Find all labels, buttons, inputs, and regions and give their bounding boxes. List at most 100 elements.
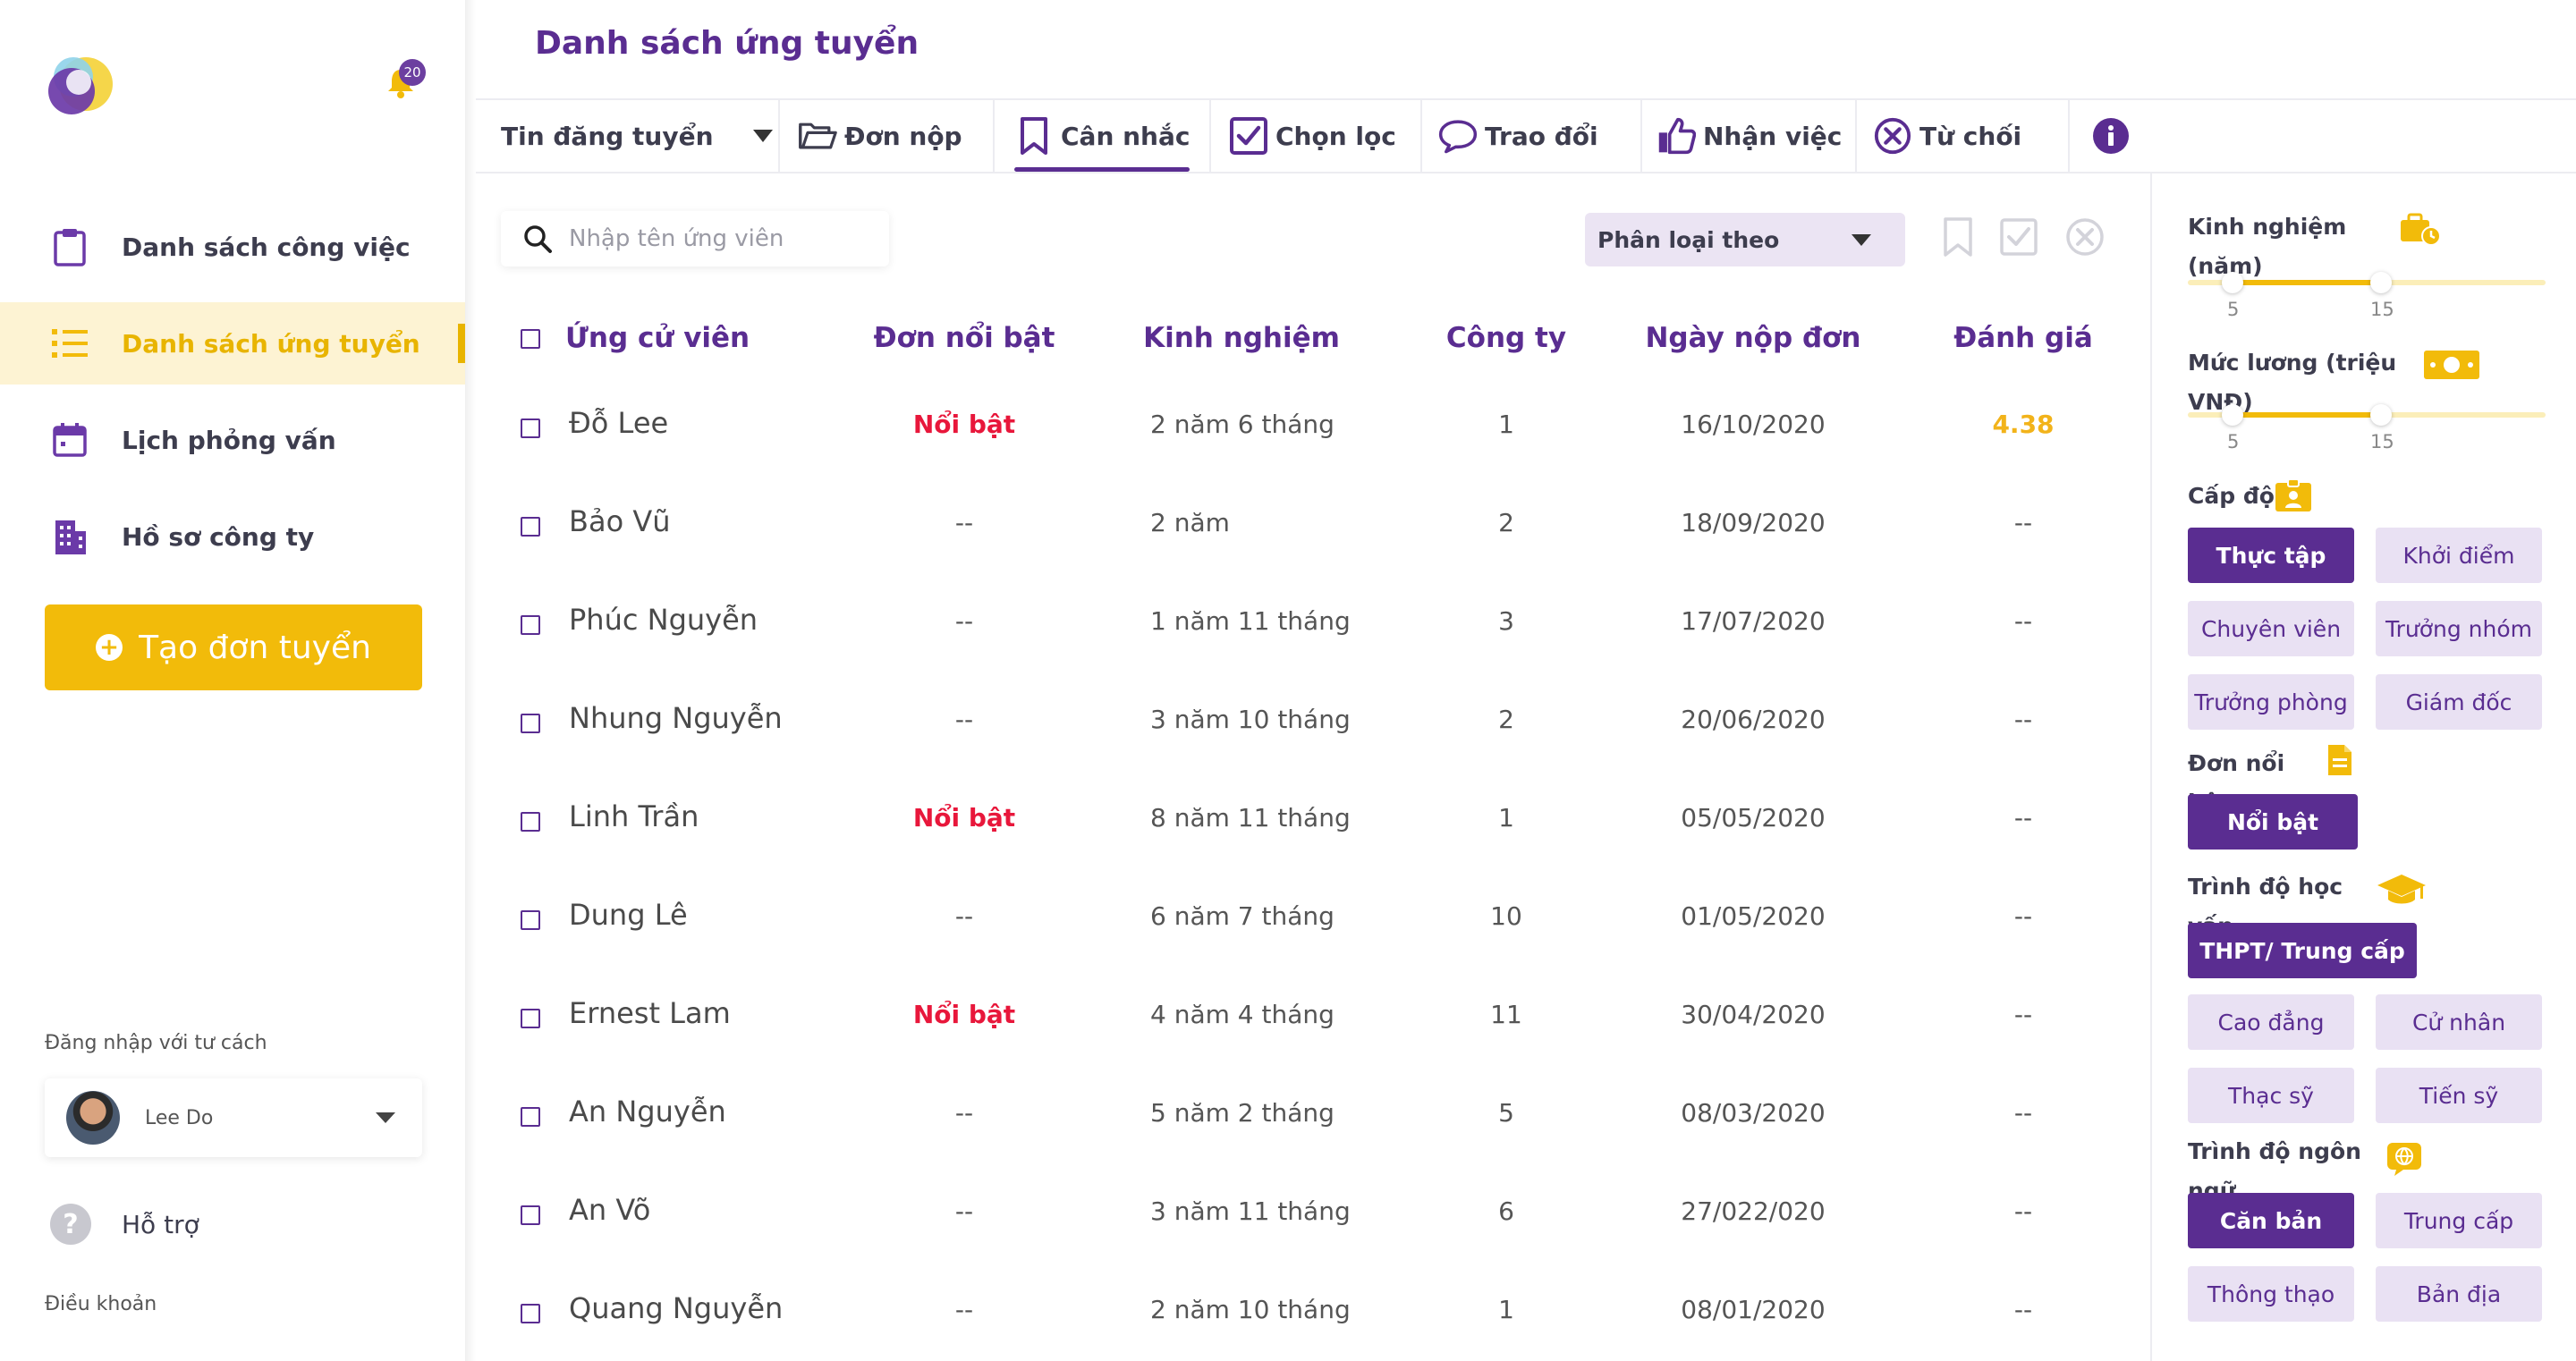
- tab-discussion[interactable]: Trao đổi: [1438, 100, 1598, 172]
- candidate-name[interactable]: Ernest Lam: [569, 996, 731, 1030]
- tab-label: Cân nhắc: [1061, 121, 1191, 151]
- candidate-name[interactable]: Đỗ Lee: [569, 406, 668, 440]
- language-chip[interactable]: Thông thạo: [2188, 1266, 2354, 1322]
- companies-cell: 2: [1498, 705, 1514, 734]
- bookmark-action-icon[interactable]: [1936, 215, 1980, 259]
- tab-separator: [2068, 100, 2070, 172]
- salary-range-slider[interactable]: 5 15: [2188, 401, 2546, 452]
- tab-job-posts[interactable]: Tin đăng tuyển: [501, 100, 773, 172]
- candidate-name[interactable]: An Nguyễn: [569, 1095, 726, 1129]
- support-link[interactable]: ? Hỗ trợ: [50, 1204, 199, 1245]
- row-checkbox[interactable]: [521, 1205, 540, 1225]
- sort-dropdown[interactable]: Phân loại theo: [1585, 213, 1905, 266]
- search-input[interactable]: [569, 225, 873, 252]
- sidebar-item-label: Danh sách ứng tuyển: [122, 328, 420, 359]
- tab-rejected[interactable]: Từ chối: [1873, 100, 2021, 172]
- experience-range-slider[interactable]: 5 15: [2188, 268, 2546, 320]
- sidebar-item-company[interactable]: Hồ sơ công ty: [0, 495, 465, 578]
- column-header-experience[interactable]: Kinh nghiệm: [1143, 322, 1340, 354]
- tab-separator: [1855, 100, 1857, 172]
- companies-cell: 10: [1490, 901, 1522, 931]
- education-chip[interactable]: Tiến sỹ: [2376, 1068, 2542, 1123]
- level-chip[interactable]: Chuyên viên: [2188, 601, 2354, 656]
- level-chip[interactable]: Trưởng nhóm: [2376, 601, 2542, 656]
- featured-chip[interactable]: Nổi bật: [2188, 794, 2358, 850]
- education-chip[interactable]: Cử nhân: [2376, 994, 2542, 1050]
- select-all-checkbox[interactable]: [521, 329, 540, 349]
- row-checkbox[interactable]: [521, 1304, 540, 1323]
- slider-min-handle[interactable]: [2222, 272, 2243, 293]
- row-checkbox[interactable]: [521, 910, 540, 930]
- column-header-date[interactable]: Ngày nộp đơn: [1645, 322, 1860, 354]
- sidebar-item-interviews[interactable]: Lịch phỏng vấn: [0, 399, 465, 481]
- featured-cell: --: [954, 901, 974, 931]
- candidate-name[interactable]: Linh Trần: [569, 799, 699, 833]
- column-header-featured[interactable]: Đơn nổi bật: [874, 322, 1055, 354]
- id-badge-icon: [2272, 476, 2315, 515]
- tab-submitted[interactable]: Đơn nộp: [798, 100, 962, 172]
- column-header-candidate[interactable]: Ứng cử viên: [565, 322, 750, 354]
- row-checkbox[interactable]: [521, 812, 540, 832]
- support-label: Hỗ trợ: [122, 1209, 199, 1239]
- tab-hired[interactable]: Nhận việc: [1657, 100, 1842, 172]
- row-checkbox[interactable]: [521, 1009, 540, 1028]
- language-chip[interactable]: Căn bản: [2188, 1193, 2354, 1248]
- tab-label: Tin đăng tuyển: [501, 121, 714, 151]
- column-header-rating[interactable]: Đánh giá: [1953, 322, 2093, 354]
- level-chip[interactable]: Thực tập: [2188, 528, 2354, 583]
- row-checkbox[interactable]: [521, 615, 540, 635]
- check-action-icon[interactable]: [1996, 215, 2041, 259]
- user-switcher[interactable]: Lee Do: [45, 1078, 422, 1157]
- slider-max-handle[interactable]: [2370, 404, 2392, 426]
- sidebar-item-applications[interactable]: Danh sách ứng tuyển: [0, 302, 465, 385]
- slider-max-handle[interactable]: [2370, 272, 2392, 293]
- row-checkbox[interactable]: [521, 517, 540, 537]
- row-checkbox[interactable]: [521, 418, 540, 438]
- companies-cell: 1: [1498, 803, 1514, 833]
- terms-link[interactable]: Điều khoản: [45, 1293, 157, 1315]
- reject-action-icon[interactable]: [2063, 215, 2107, 259]
- tab-label: Đơn nộp: [844, 121, 962, 151]
- tab-shortlisted[interactable]: Chọn lọc: [1229, 100, 1396, 172]
- column-header-companies[interactable]: Công ty: [1446, 322, 1566, 354]
- notification-badge: 20: [399, 59, 426, 86]
- candidate-name[interactable]: Bảo Vũ: [569, 504, 670, 538]
- tab-separator: [1640, 100, 1642, 172]
- rating-cell: --: [2013, 1000, 2033, 1029]
- row-checkbox[interactable]: [521, 714, 540, 733]
- tab-considering[interactable]: Cân nhắc: [995, 100, 1209, 172]
- rating-cell: --: [2013, 1196, 2033, 1226]
- level-chip[interactable]: Khởi điểm: [2376, 528, 2542, 583]
- chevron-down-icon: [752, 130, 773, 142]
- education-chip[interactable]: Cao đẳng: [2188, 994, 2354, 1050]
- filter-label-level: Cấp độ: [2188, 483, 2275, 509]
- companies-cell: 2: [1498, 508, 1514, 537]
- app-logo[interactable]: [39, 50, 125, 122]
- education-chip[interactable]: THPT/ Trung cấp: [2188, 923, 2417, 978]
- bookmark-icon: [1014, 116, 1054, 156]
- level-chip[interactable]: Trưởng phòng: [2188, 674, 2354, 730]
- date-cell: 17/07/2020: [1681, 606, 1826, 636]
- level-chip[interactable]: Giám đốc: [2376, 674, 2542, 730]
- candidate-name[interactable]: Quang Nguyễn: [569, 1291, 783, 1325]
- sidebar-item-jobs[interactable]: Danh sách công việc: [0, 206, 465, 288]
- candidate-name[interactable]: Nhung Nguyễn: [569, 701, 783, 735]
- candidate-name[interactable]: An Võ: [569, 1193, 650, 1227]
- candidate-name[interactable]: Dung Lê: [569, 898, 688, 932]
- language-chip[interactable]: Trung cấp: [2376, 1193, 2542, 1248]
- language-chip[interactable]: Bản địa: [2376, 1266, 2542, 1322]
- filter-panel-divider: [2150, 172, 2152, 1361]
- rating-cell: --: [2013, 705, 2033, 734]
- rating-cell: --: [2013, 606, 2033, 636]
- education-chip[interactable]: Thạc sỹ: [2188, 1068, 2354, 1123]
- info-icon: [2091, 116, 2131, 156]
- create-job-post-button[interactable]: + Tạo đơn tuyển: [45, 604, 422, 690]
- row-checkbox[interactable]: [521, 1107, 540, 1127]
- tab-info[interactable]: [2091, 100, 2138, 172]
- search-icon: [522, 224, 553, 254]
- money-icon: [2422, 345, 2481, 385]
- slider-min-handle[interactable]: [2222, 404, 2243, 426]
- candidate-name[interactable]: Phúc Nguyễn: [569, 603, 758, 637]
- avatar: [66, 1091, 120, 1145]
- chevron-down-icon: [1852, 233, 1871, 246]
